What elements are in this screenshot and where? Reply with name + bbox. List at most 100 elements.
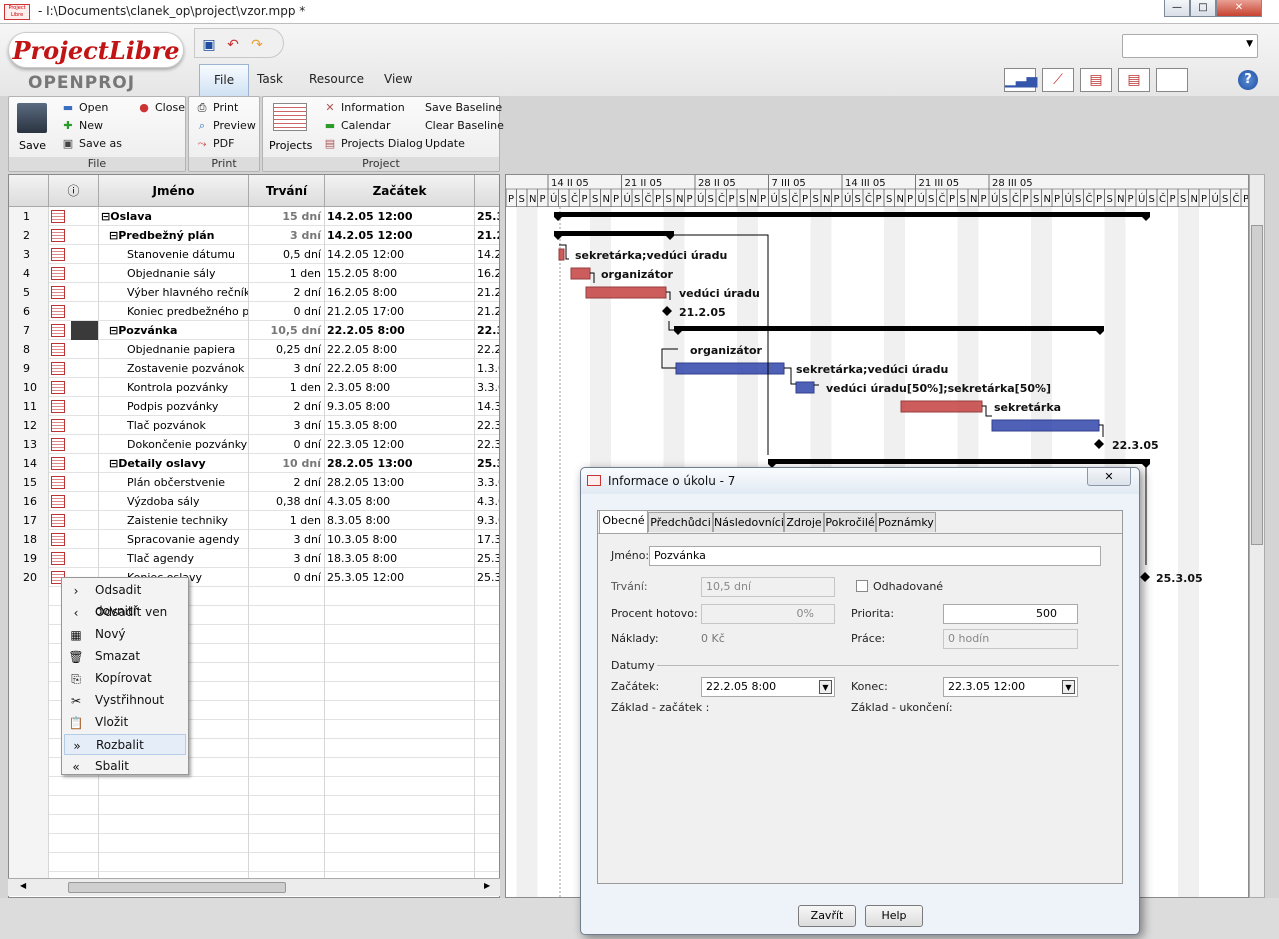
projects-button[interactable]: Projects (269, 139, 312, 152)
menu-item[interactable]: « Sbalit (64, 756, 186, 777)
row-number[interactable]: 7 (9, 321, 49, 340)
table-row[interactable]: 14 ⊟Detaily oslavy10 dní28.2.05 13:0025.3 (9, 454, 499, 473)
close-window-button[interactable]: ✕ (1216, 0, 1262, 17)
print-button[interactable]: ⎙ Print (195, 100, 239, 116)
task-start[interactable]: 14.2.05 12:00 (325, 226, 475, 245)
task-end[interactable]: 25.3 (475, 454, 499, 473)
vscroll-thumb[interactable] (1251, 225, 1263, 545)
table-row[interactable]: 1 ⊟Oslava15 dní14.2.05 12:0025.3 (9, 207, 499, 226)
task-end[interactable]: 22.3. (475, 416, 499, 435)
task-name[interactable]: Výber hlavného rečníka (99, 283, 249, 302)
table-row[interactable]: 13 Dokončenie pozvánky 0 dní 22.3.05 12:00 2… (9, 435, 499, 454)
task-name[interactable]: Výzdoba sály (99, 492, 249, 511)
task-name[interactable]: Dokončenie pozvánky (99, 435, 249, 454)
task-duration[interactable]: 0,25 dní (249, 340, 325, 359)
calendar-button[interactable]: ▬ Calendar (323, 118, 391, 134)
row-number[interactable]: 20 (9, 568, 49, 587)
save-baseline-button[interactable]: Save Baseline (425, 100, 502, 116)
table-row[interactable]: 4 Objednanie sály 1 den 15.2.05 8:00 16.2 (9, 264, 499, 283)
menu-item[interactable]: ✂ Vystřihnout (64, 690, 186, 711)
task-duration[interactable]: 1 den (249, 511, 325, 530)
row-number[interactable]: 12 (9, 416, 49, 435)
preview-button[interactable]: ⌕ Preview (195, 118, 256, 134)
task-duration[interactable]: 15 dní (249, 207, 325, 226)
task-duration[interactable]: 2 dní (249, 283, 325, 302)
empty-row[interactable] (9, 834, 499, 853)
task-start[interactable]: 22.2.05 8:00 (325, 340, 475, 359)
table-row[interactable]: 9 Zostavenie pozvánok 3 dní 22.2.05 8:00 1.3… (9, 359, 499, 378)
dialog-tab[interactable]: Následovníci (713, 512, 784, 532)
task-start[interactable]: 16.2.05 8:00 (325, 283, 475, 302)
help-icon[interactable]: ? (1238, 70, 1258, 90)
task-duration[interactable]: 3 dní (249, 530, 325, 549)
task-start[interactable]: 28.2.05 13:00 (325, 454, 475, 473)
task-start[interactable]: 2.3.05 8:00 (325, 378, 475, 397)
dialog-tab[interactable]: Zdroje (784, 512, 824, 532)
task-duration[interactable]: 3 dní (249, 226, 325, 245)
resource-delete-icon[interactable]: ▤ (1080, 68, 1112, 92)
task-duration[interactable]: 3 dní (249, 549, 325, 568)
save-icon[interactable]: ▣ (201, 37, 217, 53)
task-name[interactable]: Objednanie sály (99, 264, 249, 283)
task-name[interactable]: Koniec predbežného plán (99, 302, 249, 321)
table-row[interactable]: 19 Tlač agendy3 dní18.3.05 8:0025.3. (9, 549, 499, 568)
task-end[interactable]: 17.3. (475, 530, 499, 549)
help-button[interactable]: Help (865, 905, 923, 927)
percent-field[interactable]: 0% (701, 604, 835, 624)
task-name[interactable]: ⊟Pozvánka (99, 321, 249, 340)
task-start[interactable]: 15.2.05 8:00 (325, 264, 475, 283)
task-end[interactable]: 22.3. (475, 435, 499, 454)
minimize-button[interactable]: — (1164, 0, 1190, 17)
table-row[interactable]: 8 Objednanie papiera 0,25 dní 22.2.05 8:00 2… (9, 340, 499, 359)
save-big-icon[interactable] (17, 103, 47, 133)
menu-item[interactable]: 🗑 Smazat (64, 646, 186, 667)
task-start[interactable]: 22.2.05 8:00 (325, 359, 475, 378)
scroll-left-icon[interactable]: ◀ (20, 881, 26, 890)
task-name[interactable]: Tlač pozvánok (99, 416, 249, 435)
row-number[interactable]: 11 (9, 397, 49, 416)
row-number[interactable]: 4 (9, 264, 49, 283)
table-row[interactable]: 10 Kontrola pozvánky1 den2.3.05 8:003.3.0 (9, 378, 499, 397)
close-button[interactable]: ● Close (137, 100, 185, 116)
empty-row[interactable] (9, 796, 499, 815)
task-name[interactable]: Zaistenie techniky (99, 511, 249, 530)
grid-header-name[interactable]: Jméno (99, 175, 249, 207)
row-number[interactable]: 14 (9, 454, 49, 473)
scroll-right-icon[interactable]: ▶ (484, 881, 490, 890)
tab-resource[interactable]: Resource (295, 64, 378, 96)
task-duration[interactable]: 0,38 dní (249, 492, 325, 511)
empty-row[interactable] (9, 777, 499, 796)
task-end[interactable]: 21.2 (475, 226, 499, 245)
task-end[interactable]: 14.2 (475, 245, 499, 264)
maximize-button[interactable]: □ (1190, 0, 1216, 17)
table-row[interactable]: 11 Podpis pozvánky2 dní9.3.05 8:0014.3. (9, 397, 499, 416)
task-duration[interactable]: 0,5 dní (249, 245, 325, 264)
dialog-tab[interactable]: Poznámky (876, 512, 936, 532)
grid-horizontal-scrollbar[interactable]: ◀ ▶ (8, 878, 500, 896)
task-start[interactable]: 9.3.05 8:00 (325, 397, 475, 416)
dialog-tab[interactable]: Obecné (599, 510, 648, 533)
task-end[interactable]: 14.3. (475, 397, 499, 416)
tab-task[interactable]: Task (243, 64, 297, 96)
menu-item[interactable]: » Rozbalit (64, 734, 186, 755)
grid-header-info[interactable]: ⓘ (49, 175, 99, 207)
task-duration[interactable]: 3 dní (249, 359, 325, 378)
task-start[interactable]: 22.3.05 12:00 (325, 435, 475, 454)
task-end[interactable]: 3.3.0 (475, 378, 499, 397)
tab-file[interactable]: File (199, 64, 250, 96)
task-name[interactable]: Kontrola pozvánky (99, 378, 249, 397)
grid-header-duration[interactable]: Trvání (249, 175, 325, 207)
task-duration[interactable]: 10,5 dní (249, 321, 325, 340)
task-duration[interactable]: 1 den (249, 264, 325, 283)
task-start[interactable]: 21.2.05 17:00 (325, 302, 475, 321)
task-end[interactable]: 21.2 (475, 302, 499, 321)
priority-field[interactable]: 500 (943, 604, 1078, 624)
table-row[interactable]: 12 Tlač pozvánok3 dní15.3.05 8:0022.3. (9, 416, 499, 435)
row-number[interactable]: 1 (9, 207, 49, 226)
table-row[interactable]: 2 ⊟Predbežný plán3 dní14.2.05 12:0021.2 (9, 226, 499, 245)
view-select[interactable]: ▼ (1122, 34, 1258, 58)
task-name[interactable]: Spracovanie agendy (99, 530, 249, 549)
menu-item[interactable]: ▦ Nový (64, 624, 186, 645)
task-start[interactable]: 18.3.05 8:00 (325, 549, 475, 568)
table-row[interactable]: 17 Zaistenie techniky 1 den 8.3.05 8:00 9.3.… (9, 511, 499, 530)
